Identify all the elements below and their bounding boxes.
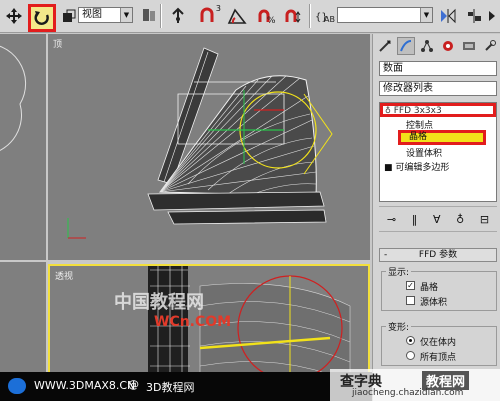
modifier-stack: ♁ FFD 3x3x3 控制点 晶格 设置体积 ■ 可编辑多边形 [379, 102, 497, 202]
viewport-label: 顶 [53, 40, 63, 50]
display-group: 显示: ✓ 晶格 源体积 [381, 265, 497, 311]
footer-site-name: 3D教程网 [146, 381, 195, 394]
stack-item-ffd-label: FFD 3x3x3 [393, 106, 442, 116]
only-in-volume-radio[interactable] [406, 336, 415, 345]
brand-watermark-url: jiaocheng.chazidian.com [352, 388, 464, 398]
stack-item-editable-poly[interactable]: ■ 可编辑多边形 [380, 161, 496, 175]
deform-group: 变形: 仅在体内 所有顶点 [381, 320, 497, 366]
svg-text:ABC: ABC [324, 15, 335, 24]
chevron-down-icon: ▼ [420, 8, 432, 22]
only-in-volume-label: 仅在体内 [420, 338, 457, 348]
coordinate-dropdown[interactable]: 视图 ▼ [78, 7, 133, 23]
lattice-checkbox[interactable]: ✓ [406, 281, 415, 290]
show-end-result-icon[interactable]: ‖ [412, 213, 418, 226]
svg-text:%: % [267, 16, 275, 25]
fan-model [67, 47, 333, 239]
command-panel: 数面 修改器列表 ♁ FFD 3x3x3 控制点 晶格 设置体积 ■ 可编辑多边… [372, 34, 500, 401]
toolbar-divider [309, 4, 311, 28]
bullet-icon: ■ [384, 163, 393, 173]
ffd-parameters-rollout[interactable]: - FFD 参数 [379, 248, 497, 262]
motion-tab-icon[interactable] [439, 37, 457, 55]
footer-at: @ [128, 378, 139, 391]
configure-sets-icon[interactable]: ⊟ [480, 213, 489, 226]
lightbulb-icon: ♁ [385, 106, 391, 115]
modify-tab-icon[interactable] [397, 37, 415, 55]
object-name-field[interactable]: 数面 [379, 61, 497, 76]
stack-item-ffd[interactable]: ♁ FFD 3x3x3 [380, 103, 496, 117]
mirror-icon[interactable] [436, 4, 460, 28]
snap-label: 3 [215, 4, 221, 13]
spinner-snap-icon[interactable] [281, 4, 307, 28]
all-vertices-radio[interactable] [406, 351, 415, 360]
snap-toggle-icon[interactable]: 3 [195, 4, 223, 28]
viewport-label: 透视 [55, 272, 74, 282]
viewport-left[interactable] [0, 34, 46, 260]
left-viewport-geometry [0, 45, 27, 151]
stack-item-set-volume[interactable]: 设置体积 [380, 147, 496, 161]
create-tab-icon[interactable] [376, 37, 394, 55]
named-selection-icon[interactable]: {}ABC [313, 4, 337, 28]
lattice-checkbox-label: 晶格 [420, 283, 439, 293]
deform-group-title: 变形: [386, 320, 412, 333]
rotate-button[interactable] [28, 4, 56, 32]
source-volume-checkbox[interactable] [406, 296, 415, 305]
utilities-tab-icon[interactable] [481, 37, 499, 55]
percent-snap-icon[interactable]: % [252, 4, 280, 28]
chevron-down-icon: ▼ [120, 8, 132, 22]
align-icon[interactable] [462, 4, 486, 28]
named-selection-dropdown[interactable]: ▼ [337, 7, 433, 23]
modifier-list-dropdown[interactable]: 修改器列表 [379, 81, 497, 96]
pin-stack-icon[interactable]: ⊸ [387, 213, 396, 226]
stack-item-lattice[interactable]: 晶格 [398, 130, 486, 145]
rotate-icon [34, 11, 49, 25]
all-vertices-label: 所有顶点 [420, 353, 457, 363]
select-manipulate-icon[interactable] [166, 4, 190, 28]
viewport-top[interactable]: 顶 [48, 34, 370, 260]
watermark-site-en: WCn.COM [154, 314, 231, 330]
site-logo-icon [8, 378, 26, 394]
pivot-icon[interactable] [137, 4, 161, 28]
display-tab-icon[interactable] [460, 37, 478, 55]
remove-modifier-icon[interactable]: ♁ [456, 213, 464, 226]
main-toolbar: 视图 ▼ 3 % {}ABC ▼ [0, 0, 500, 33]
minus-icon: - [384, 250, 388, 260]
rollout-title: FFD 参数 [418, 250, 458, 260]
toolbar-divider [160, 4, 162, 28]
footer-site-url: WWW.3DMAX8.CN [34, 379, 136, 392]
stack-item-editable-poly-label: 可编辑多边形 [395, 163, 450, 173]
brand-watermark: 查字典 教程网 jiaocheng.chazidian.com [330, 369, 500, 401]
source-volume-label: 源体积 [420, 298, 448, 308]
angle-snap-icon[interactable] [225, 4, 249, 28]
watermark-site-cn: 中国教程网 [114, 291, 204, 313]
coordinate-dropdown-value: 视图 [82, 9, 102, 20]
stack-toolbar: ⊸ ‖ ∀ ♁ ⊟ [379, 206, 497, 232]
display-group-title: 显示: [386, 265, 412, 278]
hierarchy-tab-icon[interactable] [418, 37, 436, 55]
footer-watermark: WWW.3DMAX8.CN @ 3D教程网 [0, 372, 372, 401]
make-unique-icon[interactable]: ∀ [433, 213, 441, 226]
toolbar-more-icon[interactable] [484, 4, 500, 28]
move-icon[interactable] [2, 4, 26, 28]
